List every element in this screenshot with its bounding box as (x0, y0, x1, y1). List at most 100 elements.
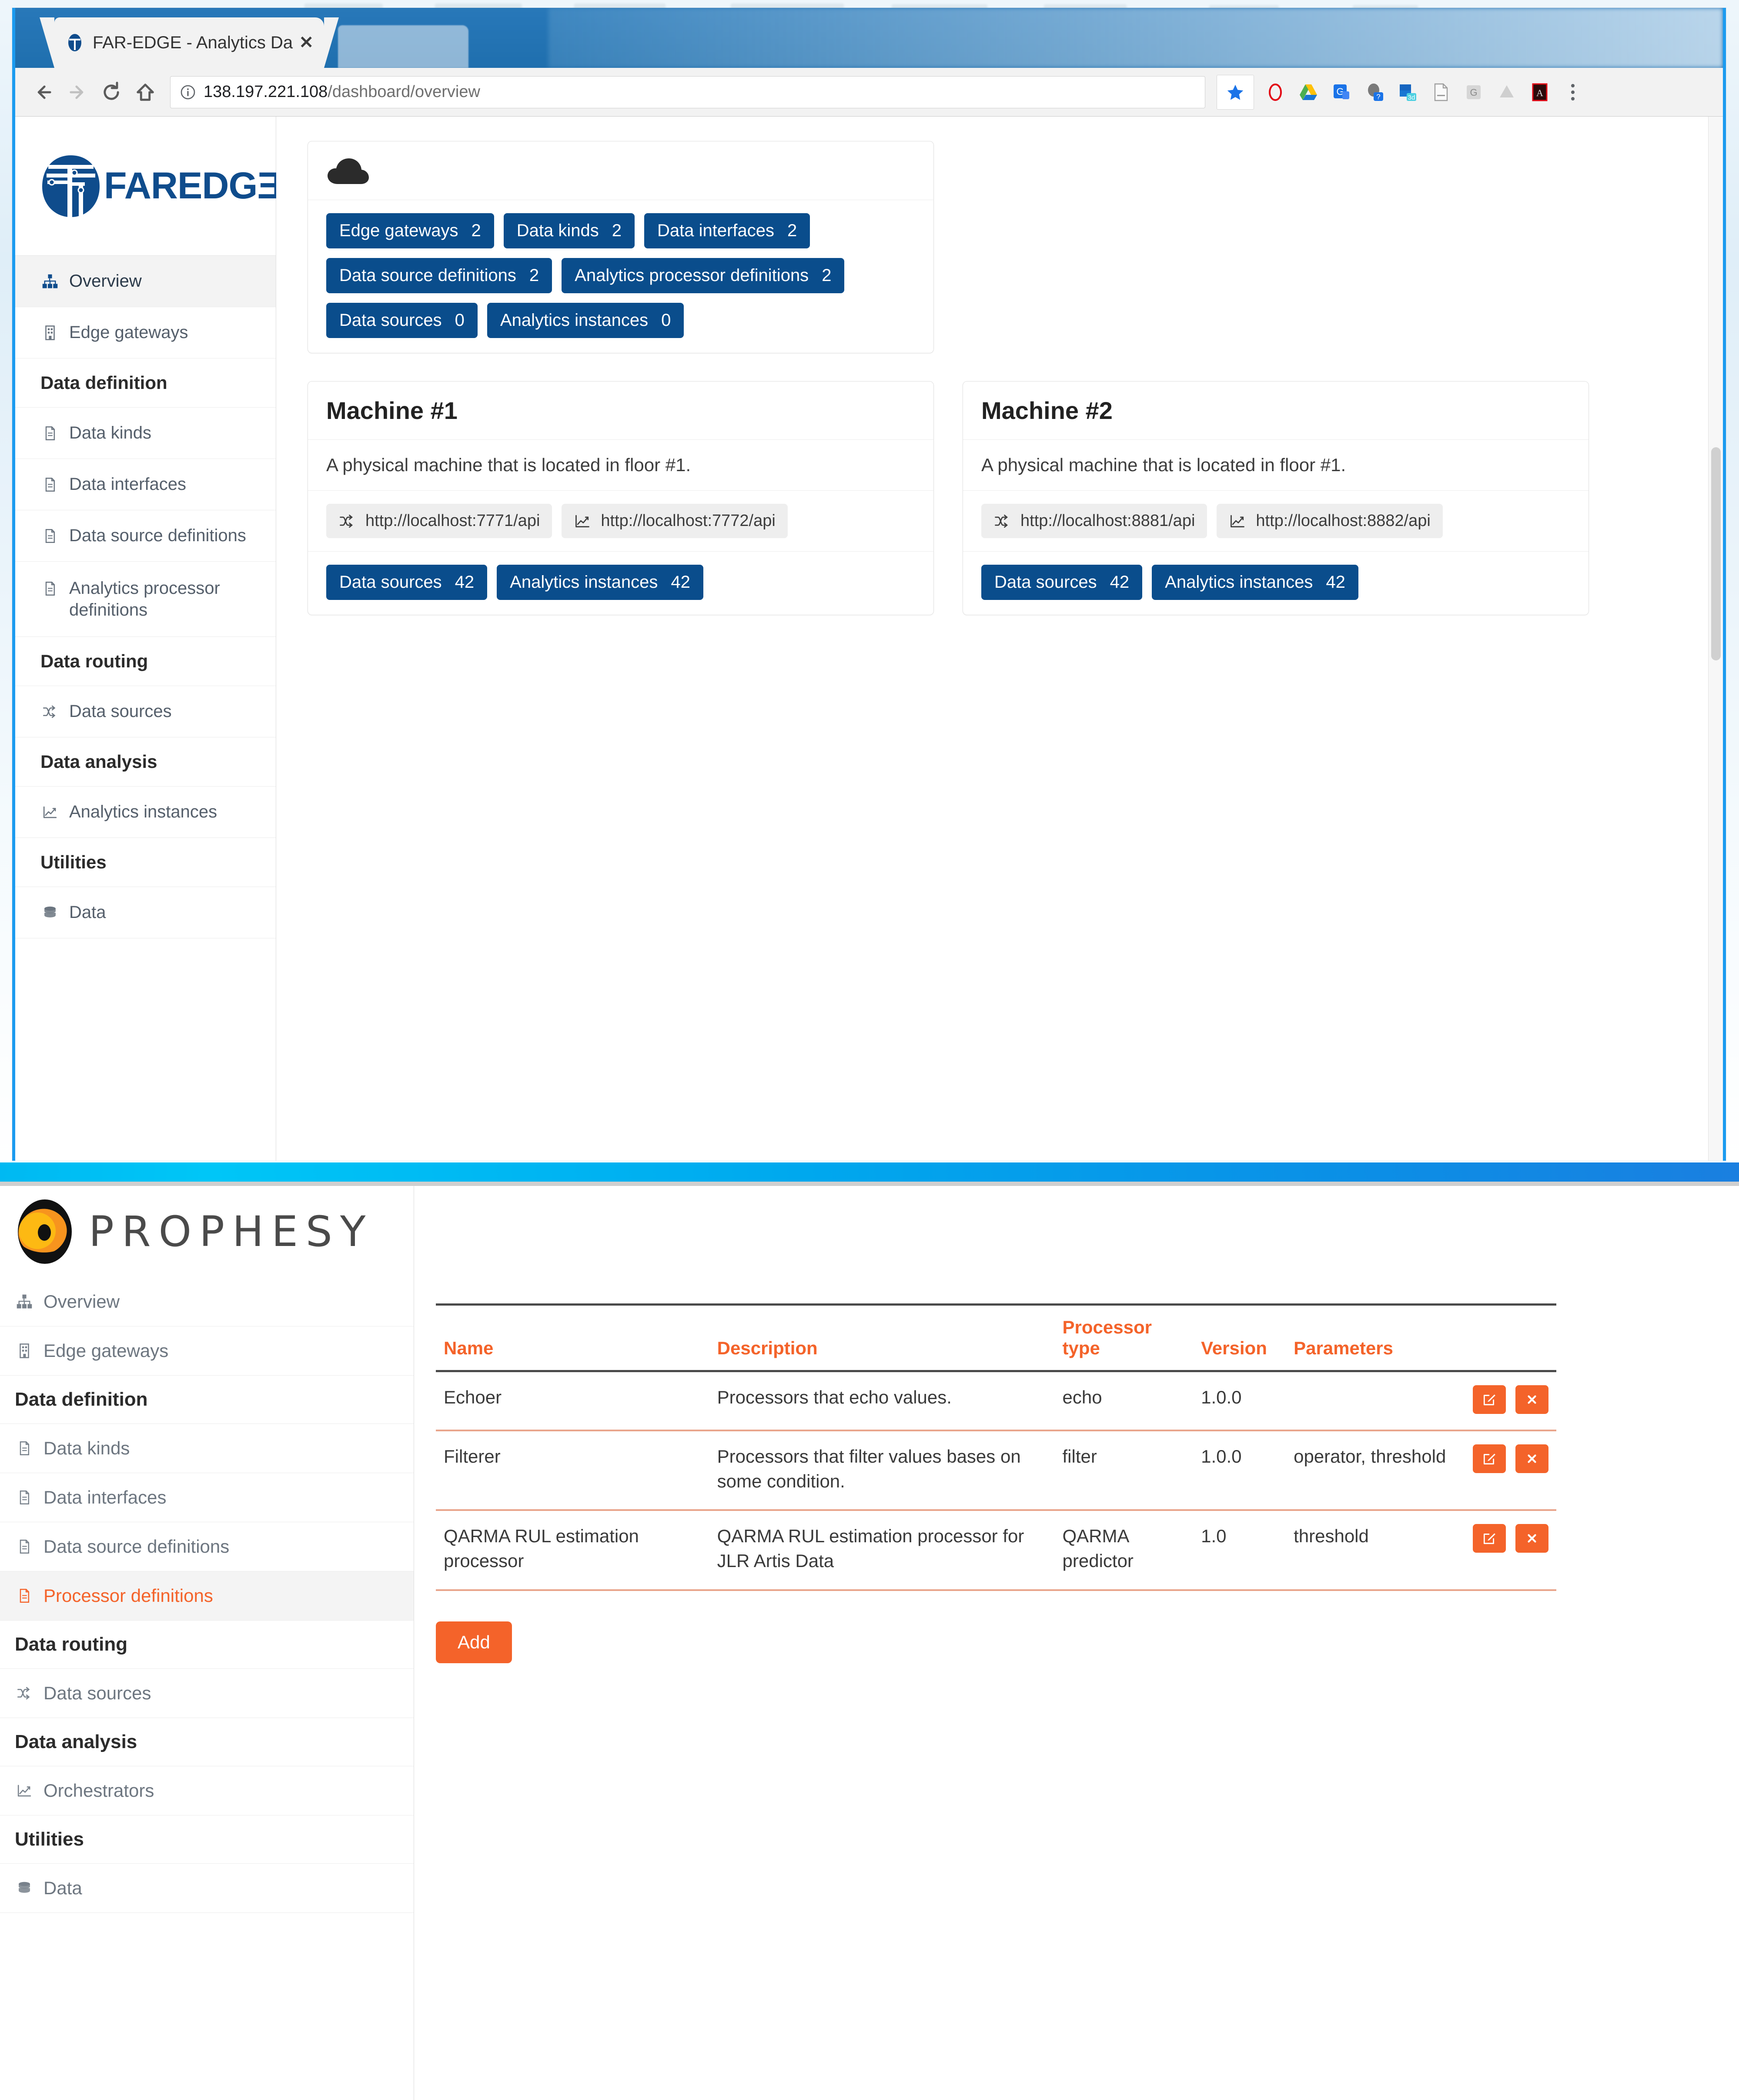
cell-processor-type: filter (1054, 1430, 1194, 1511)
brand-far-edge[interactable]: FAREDGƎ (15, 117, 282, 256)
sidebar-item-data-sources[interactable]: Data sources (0, 1669, 414, 1718)
sidebar-item-data-source-definitions[interactable]: Data source definitions (0, 1522, 414, 1571)
shuffle-icon (40, 702, 60, 721)
edit-pencil-icon[interactable] (1473, 1524, 1506, 1553)
sidebar-heading-data-routing: Data routing (0, 1621, 414, 1669)
sidebar-item-analytics-processor-definitions[interactable]: Analytics processor definitions (15, 562, 276, 637)
column-header-description[interactable]: Description (709, 1303, 1055, 1372)
badge-data-source-definitions[interactable]: Data source definitions 2 (326, 258, 552, 293)
sidebar-item-analytics-instances[interactable]: Analytics instances (15, 787, 276, 838)
sidebar-item-overview[interactable]: Overview (0, 1277, 414, 1326)
tabstrip-blur-overlay (548, 8, 1723, 68)
delete-x-icon[interactable] (1515, 1444, 1548, 1473)
sidebar-item-data-sources[interactable]: Data sources (15, 686, 276, 737)
chart-line-icon (574, 512, 591, 530)
badge-analytics-instances[interactable]: Analytics instances 42 (1152, 565, 1358, 600)
badge-data-kinds[interactable]: Data kinds 2 (503, 213, 635, 248)
sidebar-heading-data-routing: Data routing (15, 637, 276, 686)
help-avatar-icon[interactable]: ? (1363, 80, 1386, 104)
cell-name: Echoer (436, 1371, 709, 1431)
column-header-version[interactable]: Version (1193, 1303, 1286, 1372)
machine-badge-group: Data sources 42 Analytics instances 42 (308, 552, 933, 615)
machine-card-description: A physical machine that is located in fl… (308, 440, 933, 491)
page-scrollbar[interactable] (1708, 117, 1723, 1161)
brand-prophesy[interactable]: PROPHESY (0, 1186, 414, 1277)
cell-version: 1.0.0 (1193, 1371, 1286, 1431)
building-icon (40, 323, 60, 342)
building-icon (15, 1341, 34, 1360)
sidebar-item-data-interfaces[interactable]: Data interfaces (15, 459, 276, 510)
sidebar-item-orchestrators[interactable]: Orchestrators (0, 1766, 414, 1815)
sidebar-item-data-interfaces[interactable]: Data interfaces (0, 1473, 414, 1522)
info-circle-icon[interactable] (180, 84, 196, 100)
kebab-menu-icon[interactable] (1561, 84, 1585, 100)
sidebar-item-label: Data kinds (43, 1438, 130, 1458)
file-icon (40, 526, 60, 546)
sidebar-item-label: Data source definitions (69, 526, 246, 545)
home-button[interactable] (128, 75, 162, 109)
sidebar-item-label: Data (43, 1878, 82, 1898)
badge-edge-gateways[interactable]: Edge gateways 2 (326, 213, 494, 248)
sidebar-item-processor-definitions[interactable]: Processor definitions (0, 1571, 414, 1621)
badge-analytics-processor-definitions[interactable]: Analytics processor definitions 2 (562, 258, 845, 293)
google-g-icon[interactable]: G (1462, 80, 1485, 104)
sidebar-item-edge-gateways[interactable]: Edge gateways (15, 307, 276, 358)
opera-icon[interactable] (1264, 80, 1287, 104)
column-header-processor-type[interactable]: Processor type (1054, 1303, 1194, 1372)
back-button[interactable] (27, 75, 60, 109)
endpoint-url: http://localhost:7772/api (601, 512, 776, 530)
endpoint-data-routing[interactable]: http://localhost:7771/api (326, 504, 552, 538)
sidebar-item-overview[interactable]: Overview (15, 256, 276, 307)
new-tab-ghost[interactable] (338, 25, 468, 68)
browser-tab[interactable]: FAR-EDGE - Analytics Da ✕ (40, 17, 339, 68)
delete-x-icon[interactable] (1515, 1524, 1548, 1553)
add-button[interactable]: Add (436, 1621, 512, 1663)
sidebar-item-data-kinds[interactable]: Data kinds (15, 408, 276, 459)
sidebar-item-edge-gateways[interactable]: Edge gateways (0, 1326, 414, 1376)
endpoint-data-routing[interactable]: http://localhost:8881/api (981, 504, 1207, 538)
sidebar-prophesy: PROPHESY Overview Edge gateways Data def… (0, 1186, 414, 2100)
endpoint-analytics[interactable]: http://localhost:7772/api (562, 504, 788, 538)
badge-data-sources[interactable]: Data sources 42 (981, 565, 1143, 600)
google-drive-icon[interactable] (1297, 80, 1320, 104)
column-header-name[interactable]: Name (436, 1303, 709, 1372)
sidebar-item-data-kinds[interactable]: Data kinds (0, 1424, 414, 1473)
url-host: 138.197.221.108 (204, 83, 328, 101)
column-header-parameters[interactable]: Parameters (1286, 1303, 1458, 1372)
endpoint-url: http://localhost:8882/api (1256, 512, 1431, 530)
sidebar-item-data-source-definitions[interactable]: Data source definitions (15, 510, 276, 562)
badge-data-sources[interactable]: Data sources 0 (326, 303, 478, 338)
badge-label: Data sources (994, 573, 1097, 592)
3d-extension-icon[interactable]: 3d (1396, 80, 1419, 104)
machine-title: Machine #1 (326, 397, 458, 424)
edit-pencil-icon[interactable] (1473, 1444, 1506, 1473)
edit-pencil-icon[interactable] (1473, 1385, 1506, 1414)
endpoint-analytics[interactable]: http://localhost:8882/api (1217, 504, 1443, 538)
badge-label: Data interfaces (657, 221, 775, 240)
forward-button[interactable] (60, 75, 94, 109)
delete-x-icon[interactable] (1515, 1385, 1548, 1414)
address-bar[interactable]: 138.197.221.108/dashboard/overview (170, 76, 1205, 108)
close-icon[interactable]: ✕ (299, 34, 314, 51)
reload-button[interactable] (94, 75, 128, 109)
badge-data-interfaces[interactable]: Data interfaces 2 (644, 213, 810, 248)
drive-grey-icon[interactable] (1495, 80, 1518, 104)
cell-actions (1457, 1371, 1556, 1431)
document-icon[interactable] (1429, 80, 1452, 104)
google-translate-icon[interactable]: G (1330, 80, 1353, 104)
badge-count: 0 (455, 311, 465, 330)
browser-tabstrip: FAR-EDGE - Analytics Da ✕ (15, 8, 1723, 68)
sidebar-item-data[interactable]: Data (0, 1864, 414, 1913)
sidebar-item-data[interactable]: Data (15, 887, 276, 938)
adobe-acrobat-icon[interactable]: A (1528, 80, 1552, 104)
badge-analytics-instances[interactable]: Analytics instances 42 (497, 565, 703, 600)
file-icon (15, 1439, 34, 1458)
badge-data-sources[interactable]: Data sources 42 (326, 565, 488, 600)
bookmark-star-icon[interactable] (1217, 74, 1254, 110)
page-scrollbar-thumb[interactable] (1711, 447, 1721, 660)
figure-prophesy-processor-definitions: PROPHESY Overview Edge gateways Data def… (0, 1182, 1739, 2100)
badge-count: 2 (612, 221, 622, 240)
machine-card-header: Machine #2 (963, 382, 1589, 440)
badge-analytics-instances[interactable]: Analytics instances 0 (487, 303, 684, 338)
brand-wordmark: PROPHESY (89, 1207, 374, 1256)
